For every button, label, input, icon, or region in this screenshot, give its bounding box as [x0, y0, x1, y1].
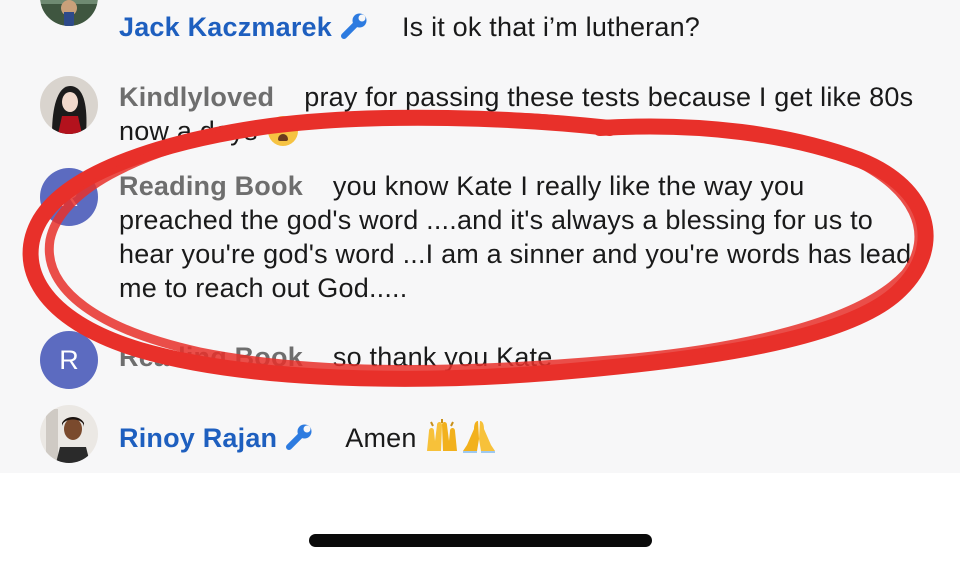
author-name[interactable]: Reading Book: [119, 171, 303, 201]
crying-face-icon: [267, 116, 298, 146]
message-text: Is it ok that i’m lutheran?: [401, 12, 701, 42]
message-text: Amen: [345, 423, 417, 453]
live-chat-panel: Jack Kaczmarek Is it ok that i’m lutheran…: [0, 0, 960, 473]
avatar[interactable]: R: [40, 331, 98, 389]
author-name[interactable]: Kindlyloved: [119, 82, 274, 112]
avatar[interactable]: [40, 405, 98, 463]
praying-hands-icon: [461, 419, 497, 461]
avatar[interactable]: R: [40, 168, 98, 226]
message-text: so thank you Kate: [332, 342, 553, 372]
home-indicator[interactable]: [309, 534, 652, 547]
author-name[interactable]: Reading Book: [119, 342, 303, 372]
author-name[interactable]: Jack Kaczmarek: [119, 12, 332, 42]
wrench-icon: [340, 10, 370, 48]
avatar[interactable]: [40, 0, 98, 26]
avatar[interactable]: [40, 76, 98, 134]
author-name[interactable]: Rinoy Rajan: [119, 423, 277, 453]
raised-hands-icon: [423, 419, 461, 461]
wrench-icon: [285, 421, 315, 459]
